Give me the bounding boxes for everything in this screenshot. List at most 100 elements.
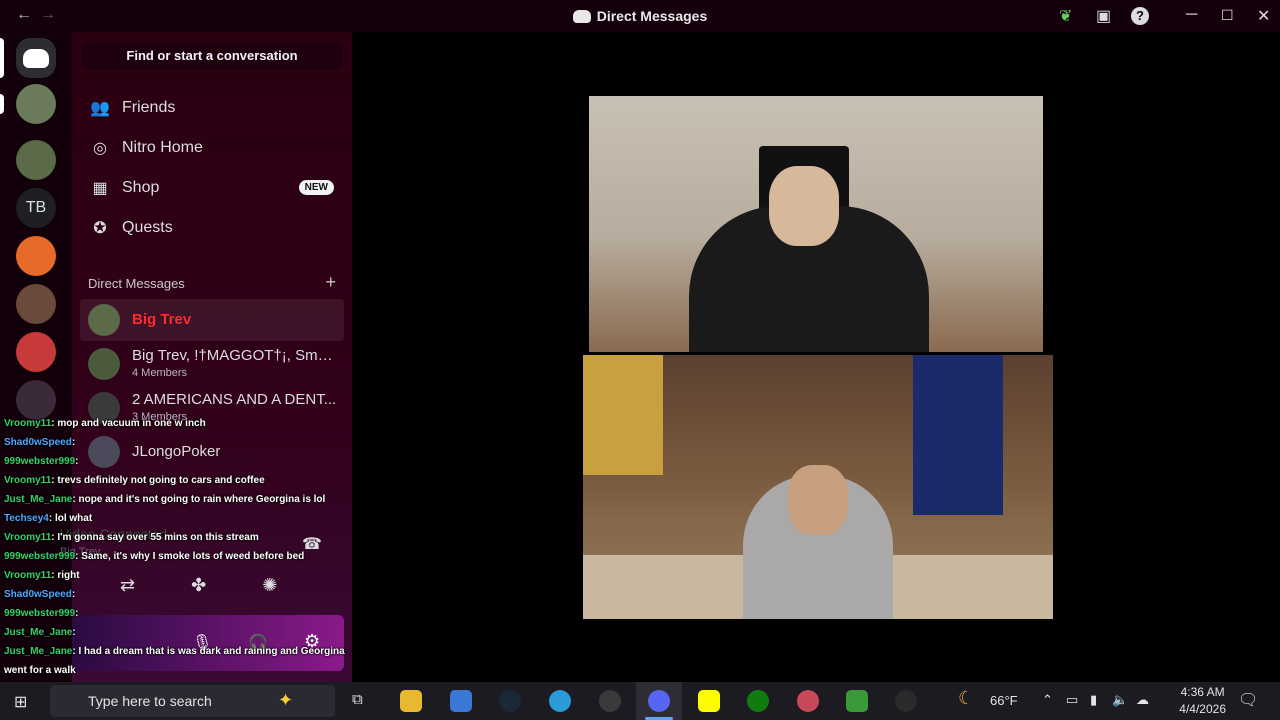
chat-line: Techsey4: lol what	[4, 513, 92, 524]
server-avatar-3[interactable]	[16, 236, 56, 276]
inbox-icon[interactable]: ▣	[1096, 6, 1111, 26]
sparkle-icon: ✦	[278, 690, 294, 710]
chat-username: 999webster999	[4, 551, 76, 562]
video-tile-1[interactable]	[589, 96, 1043, 352]
create-dm-plus-icon[interactable]: +	[325, 273, 336, 291]
chat-line: Vroomy11: right	[4, 570, 80, 581]
nav-shop-label: Shop	[122, 179, 160, 196]
dm-name: Big Trev	[132, 311, 192, 328]
close-icon[interactable]: ✕	[1257, 6, 1270, 26]
selected-pill	[0, 38, 4, 78]
quests-icon: ✪	[93, 220, 107, 237]
obs-recording-icon[interactable]	[895, 690, 917, 712]
weather-moon-icon: ☾	[958, 688, 975, 708]
clock-time: 4:36 AM	[1180, 685, 1225, 699]
title-bar: ← → Direct Messages ❦ ▣ ? ─ ☐ ✕	[0, 0, 1280, 32]
server-avatar-1[interactable]	[16, 84, 56, 124]
app-icon[interactable]	[797, 690, 819, 712]
chat-username: Techsey4	[4, 513, 49, 524]
minimize-icon[interactable]: ─	[1186, 6, 1197, 24]
chat-message: :	[71, 589, 76, 600]
chess-icon[interactable]	[846, 690, 868, 712]
chat-message: : right	[51, 570, 80, 581]
chat-username: Vroomy11	[4, 475, 52, 486]
battery-icon[interactable]: ▮	[1090, 692, 1097, 708]
dm-item-group-1[interactable]: Big Trev, !†MAGGOT†¡, Smo... 4 Members	[80, 343, 344, 385]
taskbar-clock[interactable]: 4:36 AM 4/4/2026	[1179, 684, 1226, 718]
nav-quests[interactable]: ✪ Quests	[80, 208, 344, 248]
nav-friends-label: Friends	[122, 99, 176, 116]
avatar	[88, 304, 120, 336]
chat-username: Vroomy11	[4, 570, 52, 581]
nav-nitro-home[interactable]: ◎ Nitro Home	[80, 128, 344, 168]
chat-message: :	[71, 437, 76, 448]
chat-line: Shad0wSpeed:	[4, 437, 75, 448]
chat-username: 999webster999	[4, 456, 76, 467]
chat-message: :	[75, 608, 79, 619]
tray-chevron-icon[interactable]: ⌃	[1042, 692, 1053, 708]
chat-message: : trevs definitely not going to cars and…	[51, 475, 265, 486]
window-title-text: Direct Messages	[596, 8, 708, 24]
search-conversation-button[interactable]: Find or start a conversation	[82, 42, 342, 70]
task-view-icon[interactable]: ⧉	[352, 691, 363, 708]
obs-icon[interactable]	[599, 690, 621, 712]
server-avatar-2[interactable]	[16, 140, 56, 180]
xbox-icon[interactable]	[747, 690, 769, 712]
server-avatar-4[interactable]	[16, 284, 56, 324]
server-avatar-6[interactable]	[16, 380, 56, 420]
notifications-icon[interactable]: 🗨	[1238, 690, 1258, 710]
chat-line: Vroomy11: trevs definitely not going to …	[4, 475, 265, 486]
windows-start-icon[interactable]: ⊞	[14, 692, 27, 712]
weather-temp[interactable]: 66°F	[990, 693, 1018, 708]
chat-line: Vroomy11: I'm gonna say over 55 mins on …	[4, 532, 259, 543]
avatar	[88, 348, 120, 380]
nav-shop[interactable]: ▦ Shop NEW	[80, 168, 344, 208]
discord-home-button[interactable]	[16, 38, 56, 78]
clock-date: 4/4/2026	[1179, 702, 1226, 716]
dm-members: 4 Members	[132, 367, 188, 379]
dm-header-label: Direct Messages	[88, 276, 185, 291]
chat-message: : Same, it's why I smoke lots of weed be…	[75, 551, 305, 562]
server-tb[interactable]: TB	[16, 188, 56, 228]
maximize-icon[interactable]: ☐	[1221, 7, 1234, 24]
store-icon[interactable]	[450, 690, 472, 712]
window-title: Direct Messages	[0, 8, 1280, 24]
file-explorer-icon[interactable]	[400, 690, 422, 712]
call-stage	[352, 32, 1280, 682]
friends-icon: 👥	[90, 100, 110, 117]
video-tile-2[interactable]	[583, 355, 1053, 619]
meet-now-icon[interactable]: ▭	[1066, 692, 1078, 708]
video-face-1	[769, 166, 839, 246]
video-face-2	[788, 465, 848, 535]
nav-friends[interactable]: 👥 Friends	[80, 88, 344, 128]
chat-message: : I had a dream that is was dark and rai…	[72, 646, 345, 657]
chat-username: Just_Me_Jane	[4, 627, 73, 638]
new-badge: NEW	[298, 180, 334, 195]
chat-line: Just_Me_Jane: I had a dream that is was …	[4, 646, 345, 657]
chat-line: 999webster999: Same, it's why I smoke lo…	[4, 551, 304, 562]
snapchat-icon[interactable]	[698, 690, 720, 712]
dm-item-big-trev[interactable]: Big Trev	[80, 299, 344, 341]
poster-left	[583, 355, 663, 475]
chat-username: Vroomy11	[4, 418, 52, 429]
server-avatar-5[interactable]	[16, 332, 56, 372]
chat-username: Just_Me_Jane	[4, 646, 73, 657]
leaf-icon[interactable]: ❦	[1059, 6, 1072, 26]
discord-taskbar-icon[interactable]	[648, 690, 670, 712]
chat-line: 999webster999:	[4, 608, 79, 619]
flag-poster	[913, 355, 1003, 515]
shop-icon: ▦	[92, 180, 108, 197]
stream-chat-overlay: Vroomy11: mop and vacuum in one w inch Sh…	[0, 418, 400, 720]
volume-icon[interactable]: 🔈	[1112, 692, 1128, 708]
chat-message: : lol what	[48, 513, 93, 524]
chat-username: Vroomy11	[4, 532, 52, 543]
edge-icon[interactable]	[549, 690, 571, 712]
windows-taskbar: ⊞ Type here to search ✦ ⧉ ☾ 66°F ⌃ ▭ ▮ 🔈…	[0, 682, 1280, 720]
nav-quests-label: Quests	[122, 219, 173, 236]
discord-logo-icon	[23, 48, 49, 68]
chat-message: : mop and vacuum in one w inch	[51, 418, 206, 429]
steam-icon[interactable]	[499, 690, 521, 712]
chat-line: went for a walk	[4, 665, 76, 676]
help-icon[interactable]: ?	[1131, 7, 1149, 25]
onedrive-icon[interactable]: ☁	[1136, 692, 1149, 708]
